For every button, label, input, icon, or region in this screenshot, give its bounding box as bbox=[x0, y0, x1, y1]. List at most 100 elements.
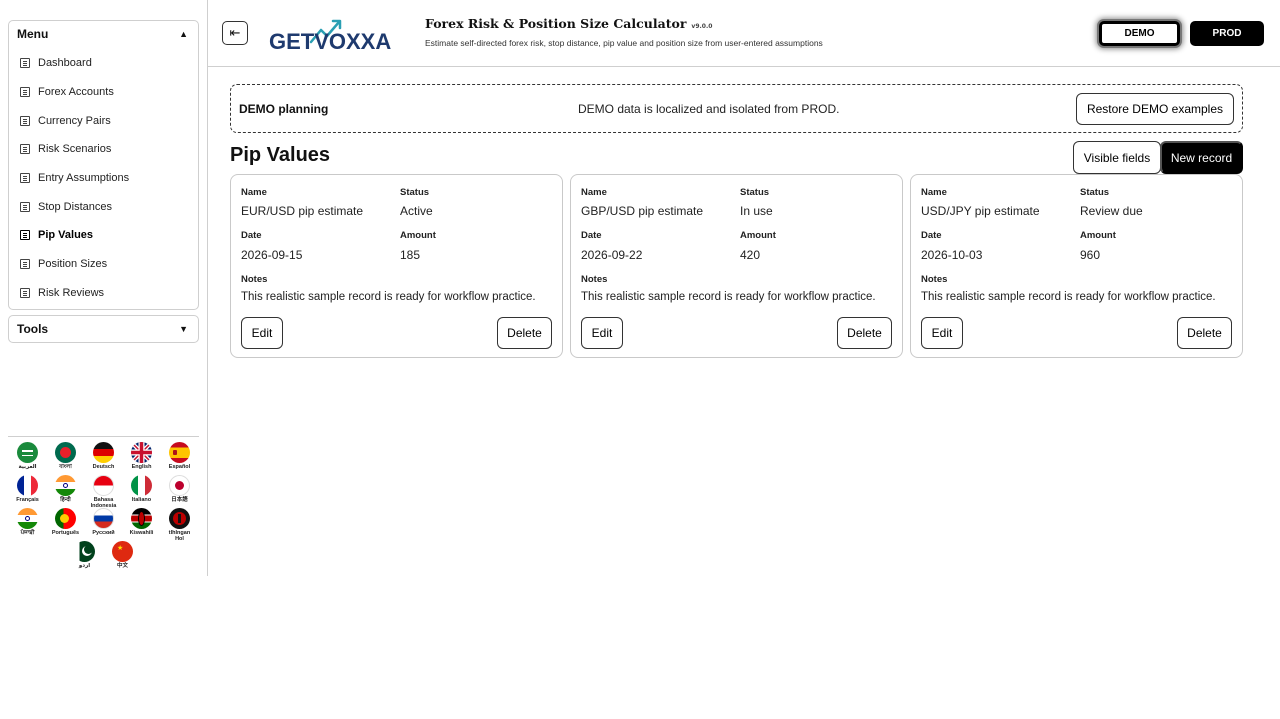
language-arabic[interactable]: العربية bbox=[9, 442, 47, 475]
notes-value: This realistic sample record is ready fo… bbox=[921, 291, 1216, 303]
sidebar-item-pip-values[interactable]: Pip Values bbox=[9, 221, 198, 250]
language-hindi[interactable]: हिन्दी bbox=[47, 475, 85, 508]
language-russian[interactable]: Русский bbox=[85, 508, 123, 541]
language-label: Português bbox=[51, 530, 80, 536]
amount-value: 420 bbox=[740, 248, 761, 262]
document-icon bbox=[20, 58, 30, 69]
date-value: 2026-09-15 bbox=[241, 248, 303, 262]
language-label: العربية bbox=[18, 464, 37, 470]
sidebar-item-label: Dashboard bbox=[38, 57, 92, 70]
demo-env-button[interactable]: DEMO bbox=[1099, 21, 1180, 46]
delete-button[interactable]: Delete bbox=[1177, 317, 1232, 349]
new-record-button[interactable]: New record bbox=[1160, 141, 1243, 174]
date-label: Date bbox=[581, 230, 602, 241]
language-portuguese[interactable]: Português bbox=[47, 508, 85, 541]
flag-uk-icon bbox=[131, 442, 152, 463]
language-picker: العربية বাংলা Deutsch English Español Fr… bbox=[8, 442, 199, 574]
name-value: GBP/USD pip estimate bbox=[581, 204, 704, 218]
delete-button[interactable]: Delete bbox=[837, 317, 892, 349]
language-klingon[interactable]: tlhIngan Hol bbox=[161, 508, 199, 542]
language-chinese[interactable]: ★ 中文 bbox=[104, 541, 142, 574]
language-urdu[interactable]: اردو bbox=[66, 541, 104, 574]
status-value: In use bbox=[740, 204, 773, 218]
document-icon bbox=[20, 115, 30, 126]
delete-button[interactable]: Delete bbox=[497, 317, 552, 349]
flag-china-icon: ★ bbox=[112, 541, 133, 562]
language-label: Italiano bbox=[131, 497, 152, 503]
date-value: 2026-10-03 bbox=[921, 248, 983, 262]
language-french[interactable]: Français bbox=[9, 475, 47, 508]
language-label: tlhIngan Hol bbox=[168, 530, 191, 542]
banner-title: DEMO planning bbox=[239, 101, 329, 116]
sidebar-item-label: Risk Scenarios bbox=[38, 143, 112, 156]
edit-button[interactable]: Edit bbox=[581, 317, 623, 349]
language-label: Deutsch bbox=[92, 464, 115, 470]
flag-japan-icon bbox=[169, 475, 190, 496]
record-card: Name USD/JPY pip estimate Status Review … bbox=[910, 174, 1243, 358]
sidebar-item-stop-distances[interactable]: Stop Distances bbox=[9, 192, 198, 221]
language-label: हिन्दी bbox=[60, 497, 71, 503]
visible-fields-button[interactable]: Visible fields bbox=[1073, 141, 1161, 174]
language-label: ਪੰਜਾਬੀ bbox=[20, 530, 35, 536]
menu-panel: Menu ▲ Dashboard Forex Accounts Currency… bbox=[8, 20, 199, 310]
language-swahili[interactable]: Kiswahili bbox=[123, 508, 161, 541]
name-label: Name bbox=[581, 187, 607, 198]
version-label: v9.0.0 bbox=[691, 23, 713, 30]
record-card: Name EUR/USD pip estimate Status Active … bbox=[230, 174, 563, 358]
page-title: Pip Values bbox=[230, 144, 331, 166]
tools-panel[interactable]: Tools ▼ bbox=[8, 315, 199, 343]
name-label: Name bbox=[241, 187, 267, 198]
sidebar-item-label: Forex Accounts bbox=[38, 86, 114, 99]
sidebar-item-risk-reviews[interactable]: Risk Reviews bbox=[9, 279, 198, 308]
record-card: Name GBP/USD pip estimate Status In use … bbox=[570, 174, 903, 358]
sidebar-item-dashboard[interactable]: Dashboard bbox=[9, 49, 198, 78]
document-icon bbox=[20, 144, 30, 155]
sidebar-item-position-sizes[interactable]: Position Sizes bbox=[9, 250, 198, 279]
sidebar-item-entry-assumptions[interactable]: Entry Assumptions bbox=[9, 164, 198, 193]
language-german[interactable]: Deutsch bbox=[85, 442, 123, 475]
name-value: EUR/USD pip estimate bbox=[241, 204, 364, 218]
language-label: 中文 bbox=[116, 563, 128, 569]
language-japanese[interactable]: 日本語 bbox=[161, 475, 199, 508]
sidebar-item-risk-scenarios[interactable]: Risk Scenarios bbox=[9, 135, 198, 164]
sidebar-item-label: Risk Reviews bbox=[38, 286, 105, 299]
flag-germany-icon bbox=[93, 442, 114, 463]
notes-label: Notes bbox=[241, 274, 268, 285]
tools-panel-header[interactable]: Tools ▼ bbox=[9, 316, 198, 342]
language-english[interactable]: English bbox=[123, 442, 161, 475]
flag-portugal-icon bbox=[55, 508, 76, 529]
sidebar-item-forex-accounts[interactable]: Forex Accounts bbox=[9, 78, 198, 107]
language-label: Français bbox=[16, 497, 39, 503]
language-spanish[interactable]: Español bbox=[161, 442, 199, 475]
date-label: Date bbox=[921, 230, 942, 241]
flag-russia-icon bbox=[93, 508, 114, 529]
edit-button[interactable]: Edit bbox=[921, 317, 963, 349]
date-label: Date bbox=[241, 230, 262, 241]
sidebar-item-currency-pairs[interactable]: Currency Pairs bbox=[9, 106, 198, 135]
edit-button[interactable]: Edit bbox=[241, 317, 283, 349]
restore-demo-button[interactable]: Restore DEMO examples bbox=[1075, 93, 1234, 125]
amount-label: Amount bbox=[400, 230, 436, 241]
app-header: ⇤ GETVOXXA Forex Risk & Position Size Ca… bbox=[208, 0, 1280, 67]
collapse-sidebar-button[interactable]: ⇤ bbox=[222, 21, 248, 45]
name-label: Name bbox=[921, 187, 947, 198]
date-value: 2026-09-22 bbox=[581, 248, 643, 262]
flag-kenya-icon bbox=[131, 508, 152, 529]
language-italian[interactable]: Italiano bbox=[123, 475, 161, 508]
document-icon bbox=[20, 230, 30, 241]
language-punjabi[interactable]: ਪੰਜਾਬੀ bbox=[9, 508, 47, 541]
prod-env-button[interactable]: PROD bbox=[1190, 21, 1264, 46]
flag-spain-icon bbox=[169, 442, 190, 463]
status-label: Status bbox=[400, 187, 430, 198]
language-indonesian[interactable]: Bahasa Indonesia bbox=[85, 475, 123, 509]
app-title: Forex Risk & Position Size Calculator v9.… bbox=[425, 16, 712, 31]
menu-panel-header[interactable]: Menu ▲ bbox=[9, 21, 198, 47]
status-label: Status bbox=[1080, 187, 1110, 198]
document-icon bbox=[20, 259, 30, 270]
menu-list: Dashboard Forex Accounts Currency Pairs … bbox=[9, 47, 198, 307]
sidebar-item-label: Currency Pairs bbox=[38, 114, 111, 127]
flag-italy-icon bbox=[131, 475, 152, 496]
language-bengali[interactable]: বাংলা bbox=[47, 442, 85, 475]
notes-value: This realistic sample record is ready fo… bbox=[241, 291, 536, 303]
language-label: Русский bbox=[92, 530, 115, 536]
